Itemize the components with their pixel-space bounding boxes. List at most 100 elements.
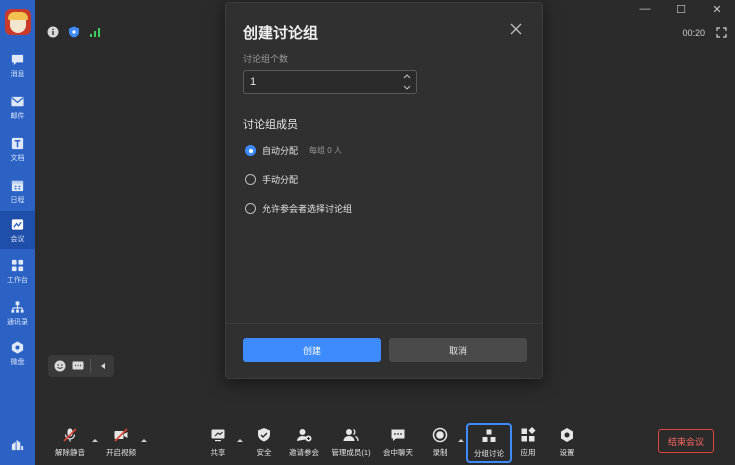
collapse-left-icon[interactable] bbox=[97, 360, 109, 372]
share-button[interactable]: 共享 bbox=[196, 420, 240, 465]
sidebar-item-label: 会议 bbox=[10, 235, 25, 243]
minimize-icon[interactable]: — bbox=[627, 0, 663, 18]
members-section-title: 讨论组成员 bbox=[243, 119, 298, 131]
drive-icon bbox=[11, 340, 24, 354]
apps-button[interactable]: 应用 bbox=[506, 420, 550, 465]
meeting-timer: 00:20 bbox=[682, 28, 705, 38]
radio-self-select[interactable]: 允许参会者选择讨论组 bbox=[245, 202, 352, 215]
window-controls: — ☐ ✕ bbox=[627, 0, 735, 18]
contacts-icon bbox=[11, 300, 24, 313]
sidebar-item-drive[interactable]: 微盘 bbox=[0, 334, 35, 372]
chat-bubble-icon bbox=[391, 429, 405, 441]
end-meeting-button[interactable]: 结束会议 bbox=[658, 429, 714, 453]
invite-button[interactable]: 邀请参会 bbox=[282, 420, 326, 465]
meeting-window: 消息 邮件 文档 日程 会议 工作台 通讯录 微盘 — ☐ ✕ 00:20 创建… bbox=[0, 0, 735, 465]
emoji-icon[interactable] bbox=[54, 360, 66, 372]
sidebar-item-label: 日程 bbox=[10, 196, 25, 204]
radio-button-selected[interactable] bbox=[245, 145, 256, 156]
close-icon[interactable] bbox=[509, 22, 523, 36]
shield-check-icon bbox=[258, 428, 270, 442]
breakout-icon bbox=[482, 429, 496, 442]
shield-icon[interactable] bbox=[68, 26, 80, 38]
toolbar-label: 分组讨论 bbox=[474, 448, 504, 458]
radio-manual-assign[interactable]: 手动分配 bbox=[245, 173, 298, 186]
fullscreen-icon[interactable] bbox=[716, 27, 727, 38]
radio-button[interactable] bbox=[245, 174, 256, 185]
group-count-stepper[interactable]: 1 bbox=[243, 70, 417, 94]
toolbar-label: 管理成员(1) bbox=[331, 448, 371, 457]
doc-icon bbox=[11, 137, 24, 149]
toolbar-label: 开启视频 bbox=[106, 448, 136, 457]
sidebar-item-docs[interactable]: 文档 bbox=[0, 130, 35, 168]
toolbar-label: 应用 bbox=[520, 448, 536, 457]
record-options-caret-icon[interactable] bbox=[457, 437, 465, 443]
radio-label: 允许参会者选择讨论组 bbox=[262, 204, 353, 214]
unmute-button[interactable]: 解除静音 bbox=[48, 420, 92, 465]
video-options-caret-icon[interactable] bbox=[140, 437, 148, 443]
manage-members-button[interactable]: 管理成员(1) bbox=[329, 420, 373, 465]
stepper-controls bbox=[402, 72, 412, 92]
stats-icon[interactable] bbox=[10, 437, 25, 452]
security-button[interactable]: 安全 bbox=[242, 420, 286, 465]
meeting-toolbar: 解除静音 开启视频 共享 安全 邀请参会 管理成员(1) 会中聊天 录制 分组讨… bbox=[35, 420, 735, 465]
start-video-button[interactable]: 开启视频 bbox=[99, 420, 143, 465]
sidebar: 消息 邮件 文档 日程 会议 工作台 通讯录 微盘 bbox=[0, 0, 35, 465]
radio-button[interactable] bbox=[245, 203, 256, 214]
record-button[interactable]: 录制 bbox=[418, 420, 462, 465]
dialog-divider bbox=[226, 323, 542, 324]
toolbar-label: 安全 bbox=[256, 448, 272, 457]
sidebar-item-calendar[interactable]: 日程 bbox=[0, 172, 35, 210]
group-count-value: 1 bbox=[250, 76, 257, 88]
sidebar-item-label: 邮件 bbox=[10, 112, 25, 120]
members-icon bbox=[343, 428, 359, 442]
apps-icon bbox=[521, 427, 536, 442]
mic-options-caret-icon[interactable] bbox=[91, 437, 99, 443]
calendar-icon bbox=[11, 180, 24, 191]
radio-label: 自动分配 bbox=[262, 146, 299, 156]
share-screen-icon bbox=[211, 429, 225, 442]
create-breakout-dialog: 创建讨论组 讨论组个数 1 讨论组成员 自动分配 每组 0 人 手动分配 允许参… bbox=[225, 2, 543, 379]
per-group-hint: 每组 0 人 bbox=[309, 146, 342, 155]
sidebar-item-label: 消息 bbox=[10, 70, 25, 78]
reaction-toolbar bbox=[48, 355, 114, 377]
sidebar-item-mail[interactable]: 邮件 bbox=[0, 88, 35, 126]
create-button[interactable]: 创建 bbox=[243, 338, 381, 362]
gear-icon bbox=[561, 428, 573, 442]
sidebar-item-label: 文档 bbox=[10, 154, 25, 162]
settings-button[interactable]: 设置 bbox=[545, 420, 589, 465]
sidebar-item-workbench[interactable]: 工作台 bbox=[0, 252, 35, 290]
grid-icon bbox=[11, 259, 24, 271]
camera-off-icon bbox=[114, 428, 128, 442]
sidebar-item-contacts[interactable]: 通讯录 bbox=[0, 294, 35, 332]
sidebar-item-meeting[interactable]: 会议 bbox=[0, 211, 35, 249]
toolbar-label: 录制 bbox=[432, 448, 448, 457]
dialog-title: 创建讨论组 bbox=[243, 25, 319, 42]
chat-button[interactable]: 会中聊天 bbox=[376, 420, 420, 465]
sidebar-item-label: 微盘 bbox=[10, 358, 25, 366]
decrement-icon[interactable] bbox=[402, 83, 412, 92]
close-window-icon[interactable]: ✕ bbox=[699, 0, 735, 18]
toolbar-label: 解除静音 bbox=[55, 448, 85, 457]
toolbar-label: 会中聊天 bbox=[383, 448, 413, 457]
sidebar-item-messages[interactable]: 消息 bbox=[0, 46, 35, 84]
toolbar-label: 设置 bbox=[559, 448, 575, 457]
group-count-label: 讨论组个数 bbox=[243, 54, 289, 64]
increment-icon[interactable] bbox=[402, 72, 412, 81]
divider bbox=[90, 359, 91, 373]
danmaku-icon[interactable] bbox=[72, 360, 84, 372]
info-icon[interactable] bbox=[47, 26, 59, 38]
toolbar-label: 共享 bbox=[210, 448, 226, 457]
radio-auto-assign[interactable]: 自动分配 每组 0 人 bbox=[245, 144, 342, 157]
user-avatar[interactable] bbox=[5, 9, 31, 35]
chat-icon bbox=[11, 54, 24, 65]
radio-label: 手动分配 bbox=[262, 175, 299, 185]
cancel-button[interactable]: 取消 bbox=[389, 338, 527, 362]
mic-off-icon bbox=[63, 428, 77, 442]
meeting-status-icons bbox=[47, 26, 101, 38]
mail-icon bbox=[11, 96, 24, 106]
meeting-icon bbox=[11, 218, 24, 230]
toolbar-label: 邀请参会 bbox=[289, 448, 319, 457]
record-icon bbox=[432, 427, 448, 443]
sidebar-item-label: 工作台 bbox=[7, 276, 28, 284]
maximize-icon[interactable]: ☐ bbox=[663, 0, 699, 18]
